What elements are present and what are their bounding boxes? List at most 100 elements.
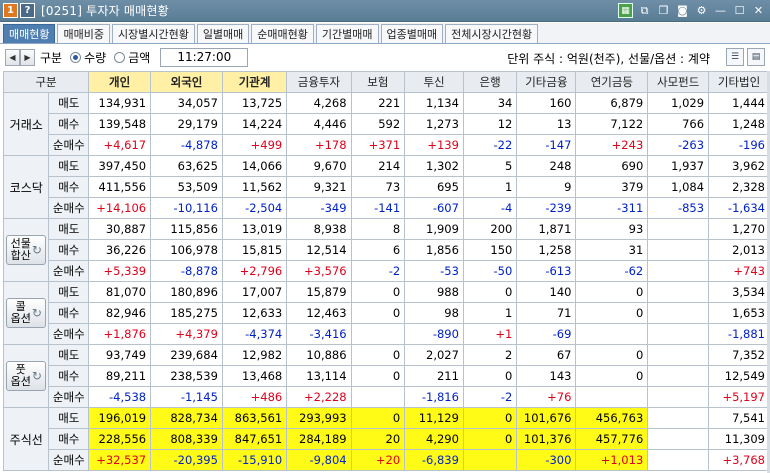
table-cell[interactable]: 2: [462, 344, 518, 366]
table-cell[interactable]: 12,549: [708, 365, 770, 387]
table-cell[interactable]: 9,670: [286, 155, 352, 177]
help-icon[interactable]: ?: [20, 3, 35, 18]
screen-number-icon[interactable]: 1: [3, 3, 18, 18]
table-cell[interactable]: 695: [404, 176, 464, 198]
column-header[interactable]: 기관계: [221, 71, 288, 93]
table-cell[interactable]: +139: [404, 134, 464, 156]
table-cell[interactable]: 379: [575, 176, 649, 198]
table-cell[interactable]: -300: [516, 449, 577, 471]
table-cell[interactable]: -613: [516, 260, 577, 282]
tab-1[interactable]: 매매비중: [57, 24, 110, 43]
table-cell[interactable]: 82,946: [88, 302, 152, 324]
table-cell[interactable]: 0: [350, 407, 406, 429]
table-cell[interactable]: +5,339: [88, 260, 152, 282]
table-cell[interactable]: 101,676: [516, 407, 577, 429]
column-header[interactable]: 연기금등: [575, 71, 649, 93]
table-cell[interactable]: 34,057: [150, 92, 223, 114]
table-cell[interactable]: 238,539: [150, 365, 223, 387]
table-cell[interactable]: -2: [462, 386, 518, 408]
table-cell[interactable]: 2,328: [708, 176, 770, 198]
column-header[interactable]: 개인: [88, 71, 152, 93]
radio-amount-dot[interactable]: [114, 51, 126, 63]
radio-quantity-dot[interactable]: [70, 51, 82, 63]
minimize-icon[interactable]: —: [713, 3, 728, 18]
table-cell[interactable]: 1,258: [516, 239, 577, 261]
table-cell[interactable]: 14,224: [221, 113, 288, 135]
table-cell[interactable]: 7,541: [708, 407, 770, 429]
table-cell[interactable]: 3,962: [708, 155, 770, 177]
maximize-icon[interactable]: ☐: [732, 3, 747, 18]
group-toggle-button[interactable]: 콜 옵션 ↻: [6, 298, 47, 328]
table-cell[interactable]: [647, 407, 710, 429]
table-cell[interactable]: 89,211: [88, 365, 152, 387]
table-cell[interactable]: 63,625: [150, 155, 223, 177]
table-cell[interactable]: [575, 386, 649, 408]
table-cell[interactable]: -6,839: [404, 449, 464, 471]
table-cell[interactable]: 0: [462, 428, 518, 450]
table-cell[interactable]: 6: [350, 239, 406, 261]
table-cell[interactable]: 36,226: [88, 239, 152, 261]
column-header[interactable]: 보험: [350, 71, 406, 93]
column-header[interactable]: 투신: [404, 71, 464, 93]
table-cell[interactable]: 1: [462, 302, 518, 324]
table-cell[interactable]: 13,114: [286, 365, 352, 387]
table-cell[interactable]: 67: [516, 344, 577, 366]
table-cell[interactable]: 1,248: [708, 113, 770, 135]
table-cell[interactable]: -8,878: [150, 260, 223, 282]
table-cell[interactable]: 248: [516, 155, 577, 177]
table-cell[interactable]: 29,179: [150, 113, 223, 135]
prev-arrow-icon[interactable]: ◀: [5, 48, 20, 66]
table-cell[interactable]: [647, 260, 710, 282]
table-cell[interactable]: 71: [516, 302, 577, 324]
tab-2[interactable]: 시장별시간현황: [111, 24, 195, 43]
table-cell[interactable]: 397,450: [88, 155, 152, 177]
column-header[interactable]: 기타금융: [516, 71, 577, 93]
table-cell[interactable]: 0: [350, 344, 406, 366]
table-cell[interactable]: 214: [350, 155, 406, 177]
table-cell[interactable]: +3,768: [708, 449, 770, 471]
table-cell[interactable]: -20,395: [150, 449, 223, 471]
table-cell[interactable]: 30,887: [88, 218, 152, 240]
table-cell[interactable]: 1,084: [647, 176, 710, 198]
table-cell[interactable]: 20: [350, 428, 406, 450]
table-cell[interactable]: 1,653: [708, 302, 770, 324]
table-cell[interactable]: [647, 218, 710, 240]
table-cell[interactable]: 411,556: [88, 176, 152, 198]
table-cell[interactable]: -141: [350, 197, 406, 219]
table-cell[interactable]: 0: [350, 281, 406, 303]
table-cell[interactable]: 0: [350, 302, 406, 324]
table-cell[interactable]: -263: [647, 134, 710, 156]
table-cell[interactable]: 988: [404, 281, 464, 303]
table-cell[interactable]: 1,270: [708, 218, 770, 240]
table-cell[interactable]: 7,352: [708, 344, 770, 366]
table-cell[interactable]: [647, 386, 710, 408]
table-cell[interactable]: 1,444: [708, 92, 770, 114]
table-cell[interactable]: 10,886: [286, 344, 352, 366]
table-cell[interactable]: 8,938: [286, 218, 352, 240]
table-cell[interactable]: -4,538: [88, 386, 152, 408]
excel-export-icon[interactable]: ▤: [747, 48, 765, 66]
table-cell[interactable]: -9,804: [286, 449, 352, 471]
table-cell[interactable]: 101,376: [516, 428, 577, 450]
table-cell[interactable]: +76: [516, 386, 577, 408]
table-cell[interactable]: 11,309: [708, 428, 770, 450]
table-cell[interactable]: 98: [404, 302, 464, 324]
table-cell[interactable]: 211: [404, 365, 464, 387]
table-cell[interactable]: 13,019: [221, 218, 288, 240]
table-cell[interactable]: 1,029: [647, 92, 710, 114]
table-cell[interactable]: +2,796: [221, 260, 288, 282]
table-cell[interactable]: -3,416: [286, 323, 352, 345]
table-cell[interactable]: 8: [350, 218, 406, 240]
close-icon[interactable]: ✕: [751, 3, 766, 18]
table-cell[interactable]: 828,734: [150, 407, 223, 429]
table-cell[interactable]: +20: [350, 449, 406, 471]
table-cell[interactable]: [350, 386, 406, 408]
column-header[interactable]: 은행: [462, 71, 518, 93]
table-cell[interactable]: 134,931: [88, 92, 152, 114]
table-cell[interactable]: 13,468: [221, 365, 288, 387]
column-header[interactable]: 기타법인: [708, 71, 770, 93]
table-cell[interactable]: +3,576: [286, 260, 352, 282]
table-cell[interactable]: 12,463: [286, 302, 352, 324]
table-cell[interactable]: +499: [221, 134, 288, 156]
table-cell[interactable]: 196,019: [88, 407, 152, 429]
